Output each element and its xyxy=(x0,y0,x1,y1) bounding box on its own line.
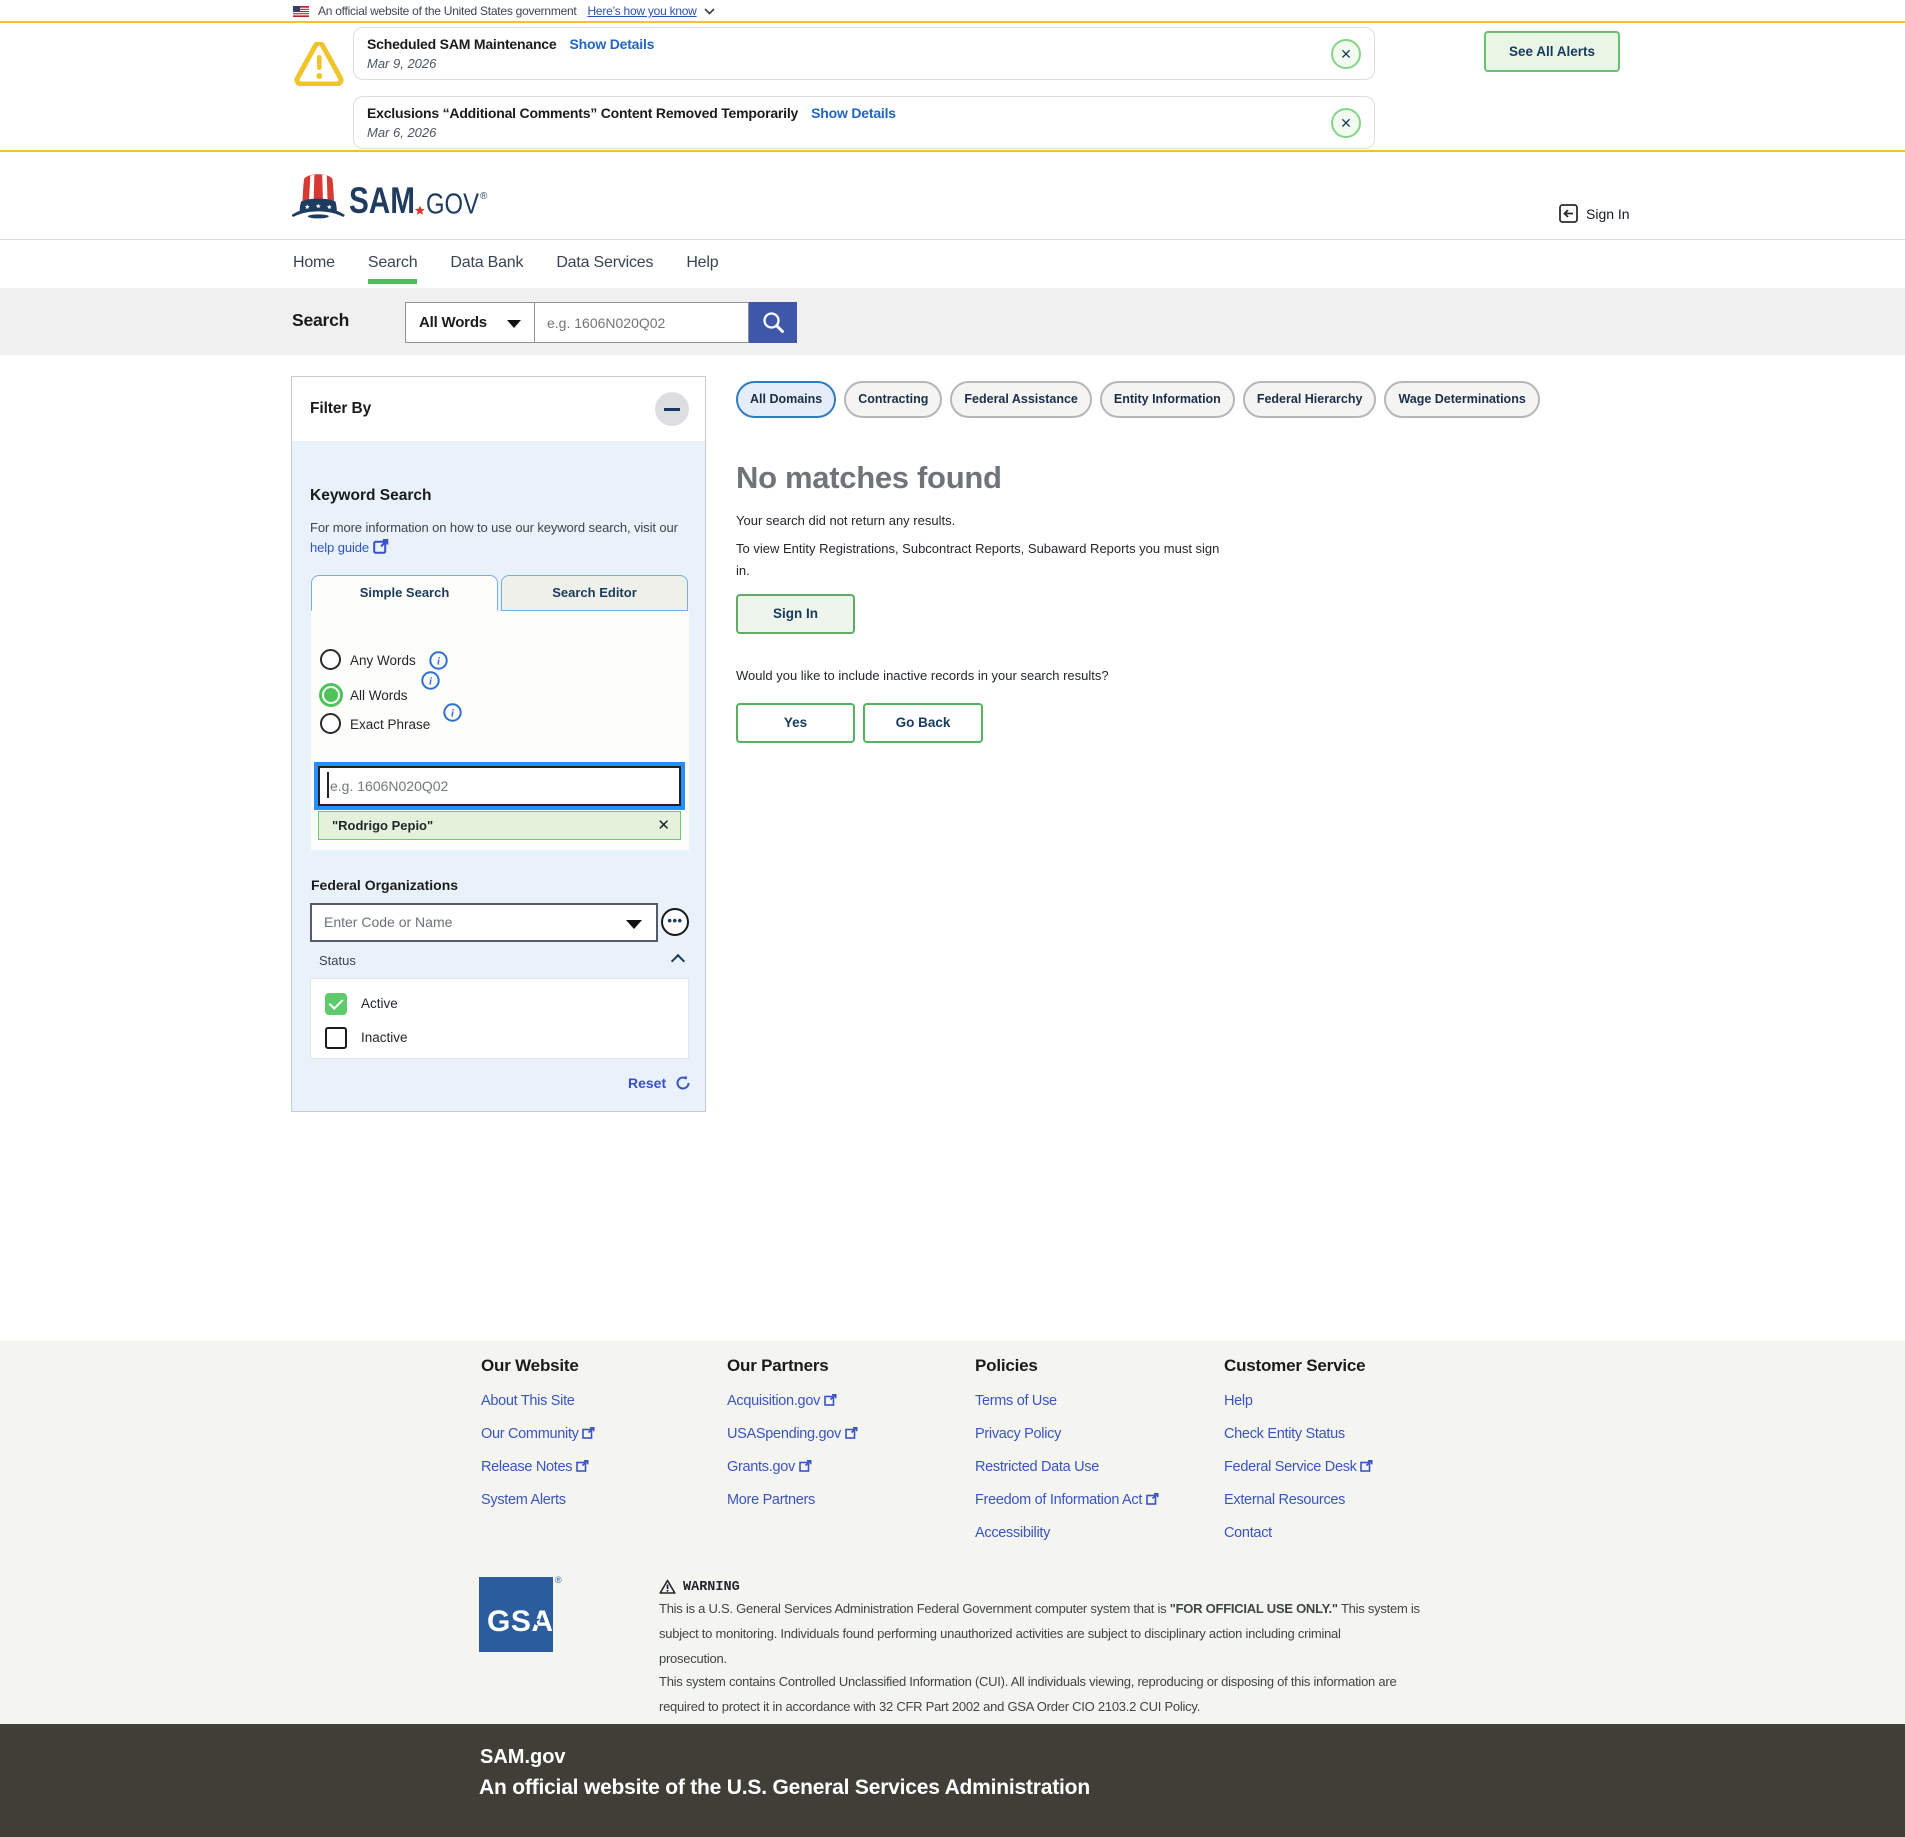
svg-text:i: i xyxy=(437,656,441,668)
svg-text:i: i xyxy=(429,676,433,688)
svg-text:®: ® xyxy=(480,191,488,202)
svg-text:i: i xyxy=(451,708,455,720)
svg-text:SAM: SAM xyxy=(349,180,415,220)
svg-text:GOV: GOV xyxy=(426,189,480,221)
